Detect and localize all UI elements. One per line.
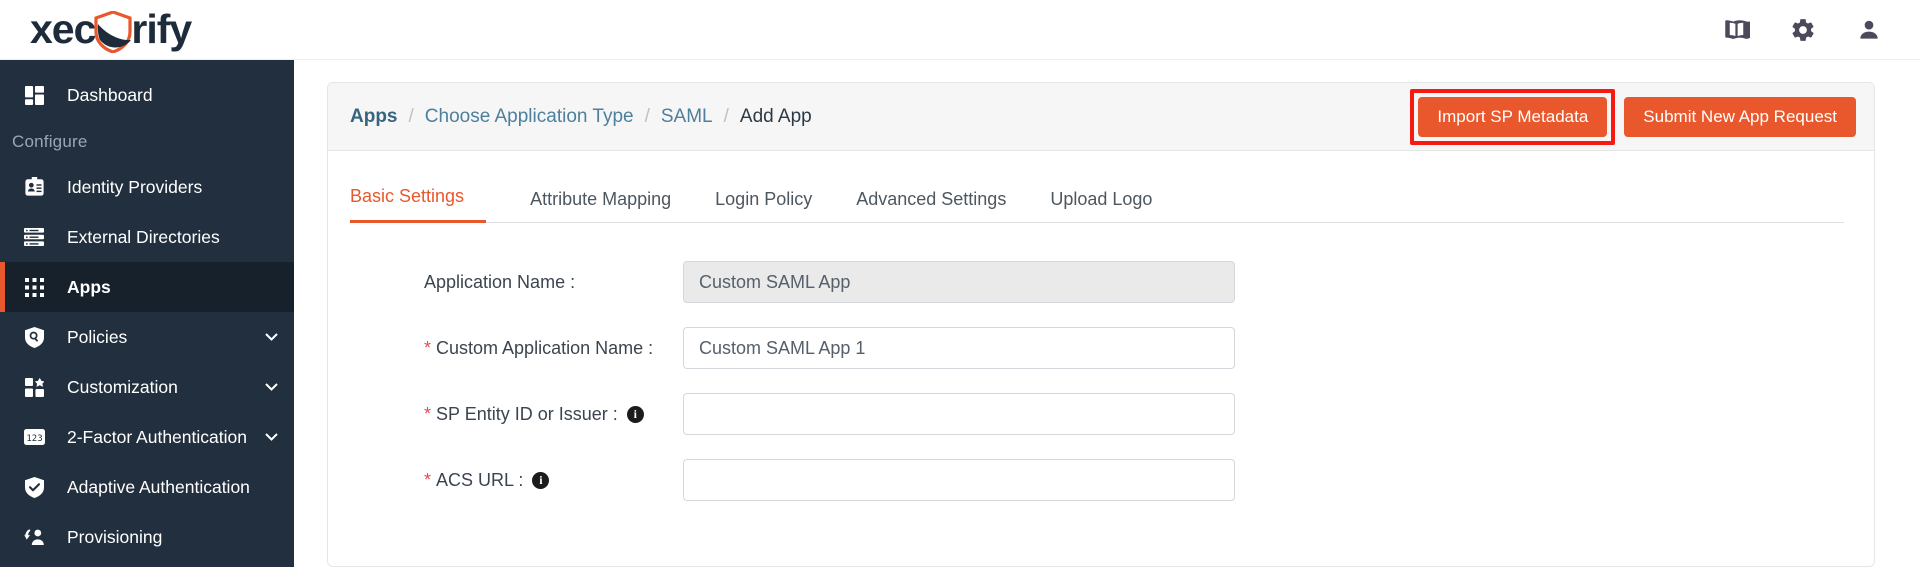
custom-application-name-label: * Custom Application Name :: [328, 338, 683, 359]
submit-new-app-request-button[interactable]: Submit New App Request: [1624, 96, 1856, 137]
sidebar-item-dashboard[interactable]: Dashboard: [0, 70, 294, 120]
header-icon-group: [1723, 16, 1882, 43]
card-header: Apps / Choose Application Type / SAML / …: [328, 83, 1874, 151]
breadcrumb-separator: /: [408, 105, 414, 127]
custom-application-name-label-text: Custom Application Name :: [436, 337, 654, 358]
acs-url-input[interactable]: [683, 459, 1235, 501]
breadcrumb-item-saml[interactable]: SAML: [661, 106, 713, 128]
form-row-custom-application-name: * Custom Application Name :: [328, 327, 1874, 369]
chevron-down-icon[interactable]: [265, 383, 278, 391]
documentation-icon[interactable]: [1723, 16, 1750, 43]
sidebar-item-label: External Directories: [67, 226, 220, 247]
provisioning-user-icon: [19, 526, 49, 548]
svg-text:123: 123: [26, 434, 42, 444]
breadcrumb-separator: /: [644, 105, 650, 127]
application-name-label-text: Application Name :: [424, 271, 576, 292]
sidebar-item-label: Policies: [67, 326, 128, 347]
chevron-down-icon[interactable]: [265, 433, 278, 441]
user-account-icon[interactable]: [1856, 17, 1882, 43]
sidebar-item-label: Adaptive Authentication: [67, 476, 250, 497]
breadcrumb-item-add-app: Add App: [739, 105, 812, 127]
required-marker: *: [424, 469, 432, 490]
breadcrumb-separator: /: [723, 105, 729, 127]
breadcrumb: Apps / Choose Application Type / SAML / …: [350, 106, 812, 128]
sp-entity-id-label: * SP Entity ID or Issuer : i: [328, 404, 683, 425]
application-name-input: [683, 261, 1235, 303]
sidebar-item-label: Customization: [67, 376, 178, 397]
form-row-application-name: Application Name :: [328, 261, 1874, 303]
header-action-group: Import SP Metadata Submit New App Reques…: [1410, 88, 1856, 145]
chevron-down-icon[interactable]: [265, 333, 278, 341]
logo-text-suffix: rify: [131, 6, 192, 52]
application-name-label: Application Name :: [328, 272, 683, 293]
logo-text: xec rify: [30, 6, 192, 53]
main-content: Apps / Choose Application Type / SAML / …: [294, 60, 1920, 567]
logo-text-prefix: xec: [30, 6, 96, 52]
form-row-sp-entity-id: * SP Entity ID or Issuer : i: [328, 393, 1874, 435]
sp-entity-id-label-text: SP Entity ID or Issuer :: [436, 403, 618, 424]
breadcrumb-item-apps[interactable]: Apps: [350, 106, 398, 128]
sidebar-item-label: Identity Providers: [67, 176, 203, 197]
sidebar-item-label: 2-Factor Authentication: [67, 426, 247, 447]
sidebar-item-adaptive-authentication[interactable]: Adaptive Authentication: [0, 462, 294, 512]
tab-attribute-mapping[interactable]: Attribute Mapping: [508, 189, 693, 223]
info-icon[interactable]: i: [626, 405, 644, 423]
sidebar-item-label: Apps: [67, 276, 111, 297]
sidebar-item-policies[interactable]: Policies: [0, 312, 294, 362]
directory-list-icon: [19, 226, 49, 248]
customization-icon: [19, 376, 49, 398]
shield-icon: [93, 8, 133, 53]
sidebar-section-configure: Configure: [12, 132, 88, 151]
breadcrumb-item-choose-application-type[interactable]: Choose Application Type: [425, 106, 634, 128]
brand-logo[interactable]: xec rify: [0, 0, 294, 60]
tab-upload-logo[interactable]: Upload Logo: [1028, 189, 1174, 223]
settings-tabs: Basic Settings Attribute Mapping Login P…: [350, 185, 1844, 223]
body-region: Dashboard Configure Identity Providers E…: [0, 60, 1920, 567]
id-badge-icon: [19, 176, 49, 198]
shield-search-icon: [19, 326, 49, 348]
tab-basic-settings[interactable]: Basic Settings: [350, 186, 487, 223]
sidebar-navigation: Dashboard Configure Identity Providers E…: [0, 60, 294, 567]
tab-login-policy[interactable]: Login Policy: [693, 189, 834, 223]
import-sp-metadata-highlight: Import SP Metadata: [1410, 88, 1616, 145]
top-header: xec rify: [0, 0, 1920, 60]
tab-advanced-settings[interactable]: Advanced Settings: [834, 189, 1028, 223]
shield-check-icon: [19, 476, 49, 498]
sidebar-item-external-directories[interactable]: External Directories: [0, 212, 294, 262]
dashboard-grid-icon: [19, 84, 49, 106]
custom-application-name-input[interactable]: [683, 327, 1235, 369]
add-app-card: Apps / Choose Application Type / SAML / …: [327, 82, 1875, 567]
required-marker: *: [424, 403, 432, 424]
info-icon[interactable]: i: [532, 471, 550, 489]
sidebar-item-label: Provisioning: [67, 526, 163, 547]
sidebar-item-label: Dashboard: [67, 84, 153, 105]
application-root: xec rify Dashboard Configure Identity Pr…: [0, 0, 1920, 567]
apps-grid-icon: [19, 276, 49, 298]
sidebar-item-customization[interactable]: Customization: [0, 362, 294, 412]
sidebar-item-2-factor-authentication[interactable]: 123 2-Factor Authentication: [0, 412, 294, 462]
required-marker: *: [424, 337, 432, 358]
basic-settings-form: Application Name : *Custom Application N…: [328, 223, 1874, 501]
form-row-acs-url: * ACS URL : i: [328, 459, 1874, 501]
gear-icon[interactable]: [1790, 17, 1816, 43]
acs-url-label: * ACS URL : i: [328, 470, 683, 491]
sidebar-item-provisioning[interactable]: Provisioning: [0, 512, 294, 562]
import-sp-metadata-button[interactable]: Import SP Metadata: [1418, 96, 1608, 137]
sidebar-item-apps[interactable]: Apps: [0, 262, 294, 312]
sp-entity-id-input[interactable]: [683, 393, 1235, 435]
numeric-123-icon: 123: [19, 426, 49, 448]
acs-url-label-text: ACS URL :: [436, 469, 524, 490]
sidebar-item-identity-providers[interactable]: Identity Providers: [0, 162, 294, 212]
